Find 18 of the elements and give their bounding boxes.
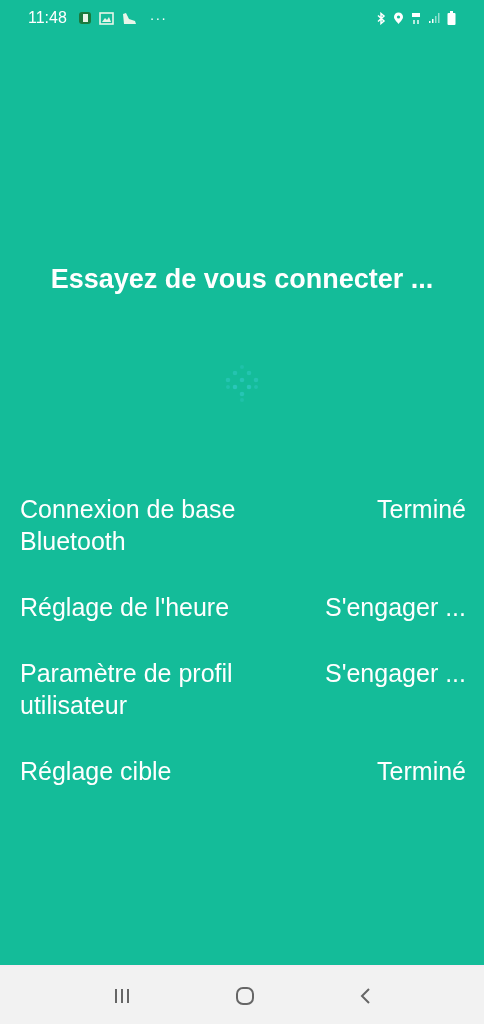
- connection-title: Essayez de vous connecter ...: [50, 264, 434, 295]
- image-icon: [98, 11, 114, 25]
- step-status: S'engager ...: [325, 658, 466, 689]
- step-label: Paramètre de profil utilisateur: [20, 658, 234, 721]
- step-label: Réglage cible: [20, 756, 172, 787]
- step-status: Terminé: [377, 756, 466, 787]
- step-status: S'engager ...: [325, 592, 466, 623]
- step-status: Terminé: [377, 494, 466, 525]
- back-icon[interactable]: [358, 986, 373, 1005]
- status-time: 11:48: [28, 9, 67, 27]
- location-icon: [393, 11, 404, 25]
- bluetooth-icon: [376, 11, 386, 25]
- step-label: Réglage de l'heure: [20, 592, 230, 623]
- step-label: Connexion de base Bluetooth: [20, 494, 237, 557]
- more-notifications: ···: [149, 10, 167, 26]
- home-icon[interactable]: [235, 985, 255, 1006]
- battery-icon: [447, 11, 456, 25]
- signal-icon: [428, 12, 440, 24]
